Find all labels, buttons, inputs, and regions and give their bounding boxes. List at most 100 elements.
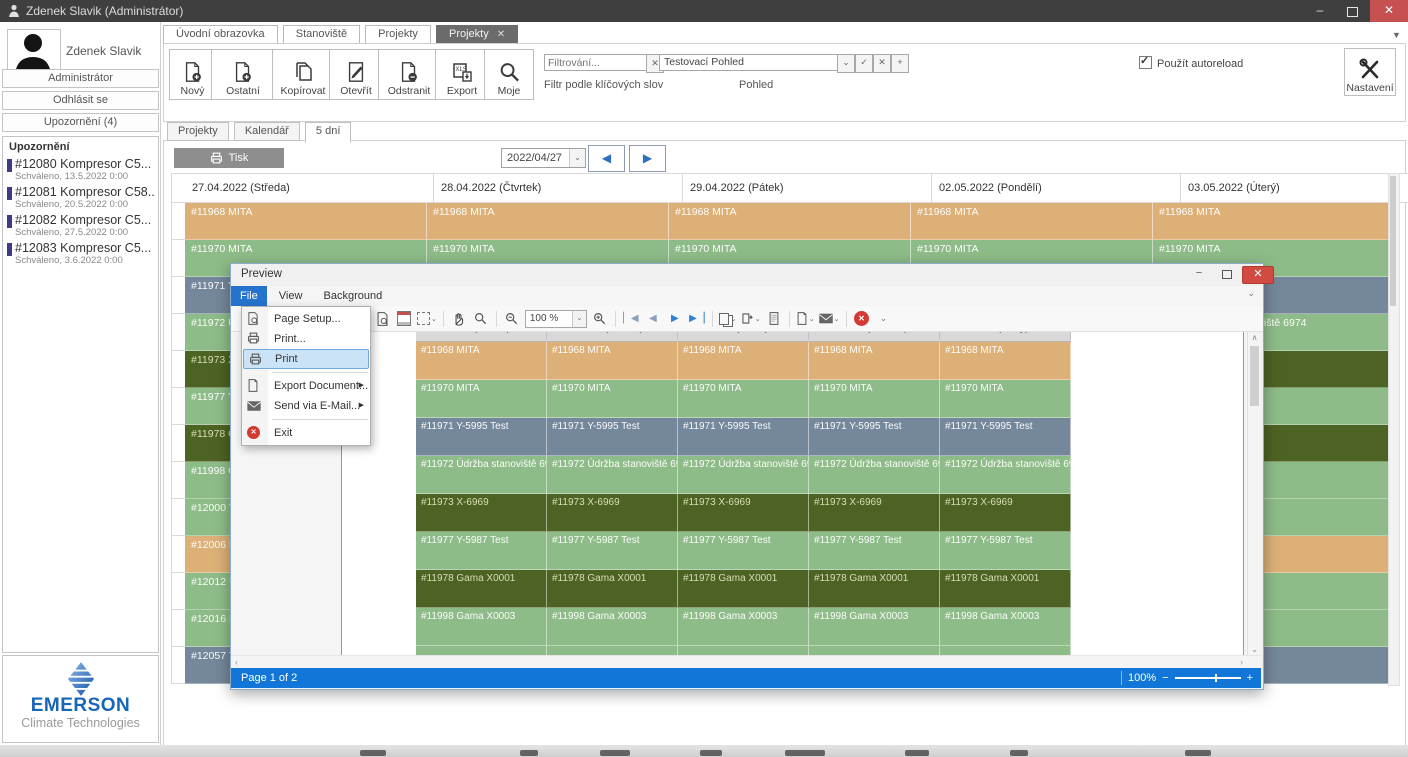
view-dropdown-icon[interactable]: ⌄ bbox=[837, 54, 855, 73]
tab-projekty-active[interactable]: Projekty✕ bbox=[436, 25, 518, 44]
row-selector-gutter[interactable] bbox=[171, 425, 185, 462]
event-cell[interactable]: #11968 MITA bbox=[911, 203, 1153, 240]
email-icon[interactable]: ⌄ bbox=[819, 310, 840, 328]
previous-page-icon[interactable]: ◀ bbox=[644, 310, 662, 328]
view-add-icon[interactable]: + bbox=[891, 54, 909, 73]
row-selector-gutter[interactable] bbox=[171, 240, 185, 277]
row-selector-gutter[interactable] bbox=[171, 277, 185, 314]
event-cell[interactable]: #11968 MITA bbox=[669, 203, 911, 240]
sidebar-logout-button[interactable]: Odhlásit se bbox=[2, 91, 159, 110]
preview-minimize-button[interactable]: − bbox=[1186, 266, 1212, 282]
tab-projekty[interactable]: Projekty bbox=[365, 25, 431, 44]
close-preview-icon[interactable]: ✕ bbox=[853, 310, 871, 328]
subtab-projekty[interactable]: Projekty bbox=[167, 122, 229, 141]
view-delete-icon[interactable]: ✕ bbox=[873, 54, 891, 73]
menu-item-send-email[interactable]: Send via E-Mail... ▶ bbox=[242, 396, 370, 416]
event-cell[interactable]: #11968 MITA bbox=[427, 203, 669, 240]
date-picker[interactable]: 2022/04/27 ⌄ bbox=[501, 148, 586, 168]
row-selector-gutter[interactable] bbox=[171, 499, 185, 536]
sidebar-alerts-button[interactable]: Upozornění (4) bbox=[2, 113, 159, 132]
page-color-icon[interactable]: ⌄ bbox=[741, 310, 761, 328]
menu-item-print[interactable]: Print bbox=[243, 349, 369, 369]
row-selector-gutter[interactable] bbox=[171, 573, 185, 610]
next-page-icon[interactable]: ▶ bbox=[666, 310, 684, 328]
row-selector-gutter[interactable] bbox=[171, 610, 185, 647]
watermark-icon[interactable] bbox=[765, 310, 783, 328]
menubar-chevron-icon[interactable]: ⌄ bbox=[1247, 288, 1255, 299]
menu-view[interactable]: View bbox=[270, 286, 312, 306]
zoom-increase-icon[interactable]: + bbox=[1247, 668, 1253, 688]
header-footer-icon[interactable] bbox=[395, 310, 413, 328]
zoom-out-icon[interactable] bbox=[503, 310, 521, 328]
row-selector-gutter[interactable] bbox=[171, 647, 185, 684]
menu-background[interactable]: Background bbox=[315, 286, 392, 306]
autoreload-checkbox[interactable]: Použít autoreload bbox=[1139, 56, 1243, 70]
filter-input[interactable] bbox=[544, 54, 648, 71]
scrollbar-thumb[interactable] bbox=[1390, 176, 1396, 306]
subtab-kalendar[interactable]: Kalendář bbox=[234, 122, 300, 141]
row-selector-gutter[interactable] bbox=[171, 314, 185, 351]
tabstrip-overflow-icon[interactable]: ▼ bbox=[1392, 30, 1401, 40]
tab-uvodni-obrazovka[interactable]: Úvodní obrazovka bbox=[163, 25, 278, 44]
first-page-icon[interactable]: ▏◀ bbox=[622, 310, 640, 328]
row-selector-gutter[interactable] bbox=[171, 351, 185, 388]
calendar-vertical-scrollbar[interactable] bbox=[1388, 173, 1400, 686]
scale-icon[interactable]: ⌄ bbox=[417, 310, 437, 328]
view-select[interactable]: Testovací Pohled bbox=[659, 54, 845, 71]
zoom-slider[interactable] bbox=[1175, 677, 1241, 679]
scroll-up-icon[interactable]: ∧ bbox=[1248, 333, 1261, 342]
row-selector-gutter[interactable] bbox=[171, 203, 185, 240]
window-close-button[interactable]: ✕ bbox=[1370, 0, 1408, 22]
zoom-combo[interactable]: 100 %⌄ bbox=[525, 310, 587, 328]
row-selector-gutter[interactable] bbox=[171, 388, 185, 425]
menu-item-exit[interactable]: ✕ Exit bbox=[242, 423, 370, 443]
window-maximize-button[interactable] bbox=[1336, 0, 1368, 22]
zoom-in-icon[interactable] bbox=[591, 310, 609, 328]
menu-item-export-document[interactable]: Export Document... ▶ bbox=[242, 376, 370, 396]
tab-stanoviste[interactable]: Stanoviště bbox=[283, 25, 360, 44]
window-minimize-button[interactable]: – bbox=[1304, 0, 1336, 22]
new-button[interactable]: Nový bbox=[169, 49, 216, 100]
multiple-pages-icon[interactable]: ⌄ bbox=[719, 310, 737, 328]
menu-item-page-setup[interactable]: Page Setup... bbox=[242, 309, 370, 329]
delete-button[interactable]: Odstranit bbox=[378, 49, 440, 100]
previous-day-button[interactable]: ◀ bbox=[588, 145, 625, 172]
last-page-icon[interactable]: ▶▕ bbox=[688, 310, 706, 328]
zoom-slider-thumb[interactable] bbox=[1215, 674, 1217, 682]
notification-item[interactable]: #12080 Kompresor C5... Schváleno, 13.5.2… bbox=[3, 156, 158, 184]
notification-item[interactable]: #12083 Kompresor C5... Schváleno, 3.6.20… bbox=[3, 240, 158, 268]
hand-tool-icon[interactable] bbox=[450, 310, 468, 328]
tab-close-icon[interactable]: ✕ bbox=[497, 29, 505, 40]
zoom-decrease-icon[interactable]: − bbox=[1162, 668, 1168, 688]
next-day-button[interactable]: ▶ bbox=[629, 145, 666, 172]
menu-file[interactable]: File bbox=[231, 286, 267, 306]
settings-button[interactable]: Nastavení bbox=[1344, 48, 1396, 96]
event-cell[interactable]: #11968 MITA bbox=[185, 203, 427, 240]
toolbar-overflow-icon[interactable]: ⌄ bbox=[875, 310, 893, 328]
subtab-5-dni[interactable]: 5 dní bbox=[305, 122, 351, 143]
export-document-icon[interactable]: ⌄ bbox=[796, 310, 815, 328]
open-button[interactable]: Otevřít bbox=[329, 49, 383, 100]
preview-horizontal-scrollbar[interactable]: ‹ › bbox=[231, 655, 1261, 669]
my-filter-button[interactable]: Moje bbox=[484, 49, 534, 100]
scroll-down-icon[interactable]: ⌄ bbox=[1248, 645, 1261, 654]
notification-item[interactable]: #12081 Kompresor C58... Schváleno, 20.5.… bbox=[3, 184, 158, 212]
print-button[interactable]: Tisk bbox=[174, 148, 284, 168]
magnifier-icon[interactable] bbox=[472, 310, 490, 328]
view-apply-icon[interactable]: ✓ bbox=[855, 54, 873, 73]
page-setup-icon[interactable] bbox=[373, 310, 391, 328]
scrollbar-thumb[interactable] bbox=[1250, 346, 1259, 406]
date-dropdown-icon[interactable]: ⌄ bbox=[569, 149, 585, 167]
menu-item-print-dialog[interactable]: Print... bbox=[242, 329, 370, 349]
event-cell[interactable]: #11968 MITA bbox=[1153, 203, 1395, 240]
preview-vertical-scrollbar[interactable]: ∧ ⌄ bbox=[1247, 332, 1261, 655]
copy-button[interactable]: Kopírovat bbox=[272, 49, 334, 100]
row-selector-gutter[interactable] bbox=[171, 536, 185, 573]
export-button[interactable]: XLS Export bbox=[435, 49, 489, 100]
preview-close-button[interactable]: ✕ bbox=[1242, 266, 1274, 284]
row-selector-gutter[interactable] bbox=[171, 462, 185, 499]
notification-item[interactable]: #12082 Kompresor C5... Schváleno, 27.5.2… bbox=[3, 212, 158, 240]
other-button[interactable]: Ostatní bbox=[211, 49, 275, 100]
sidebar-role-button[interactable]: Administrátor bbox=[2, 69, 159, 88]
preview-maximize-button[interactable] bbox=[1214, 266, 1240, 282]
